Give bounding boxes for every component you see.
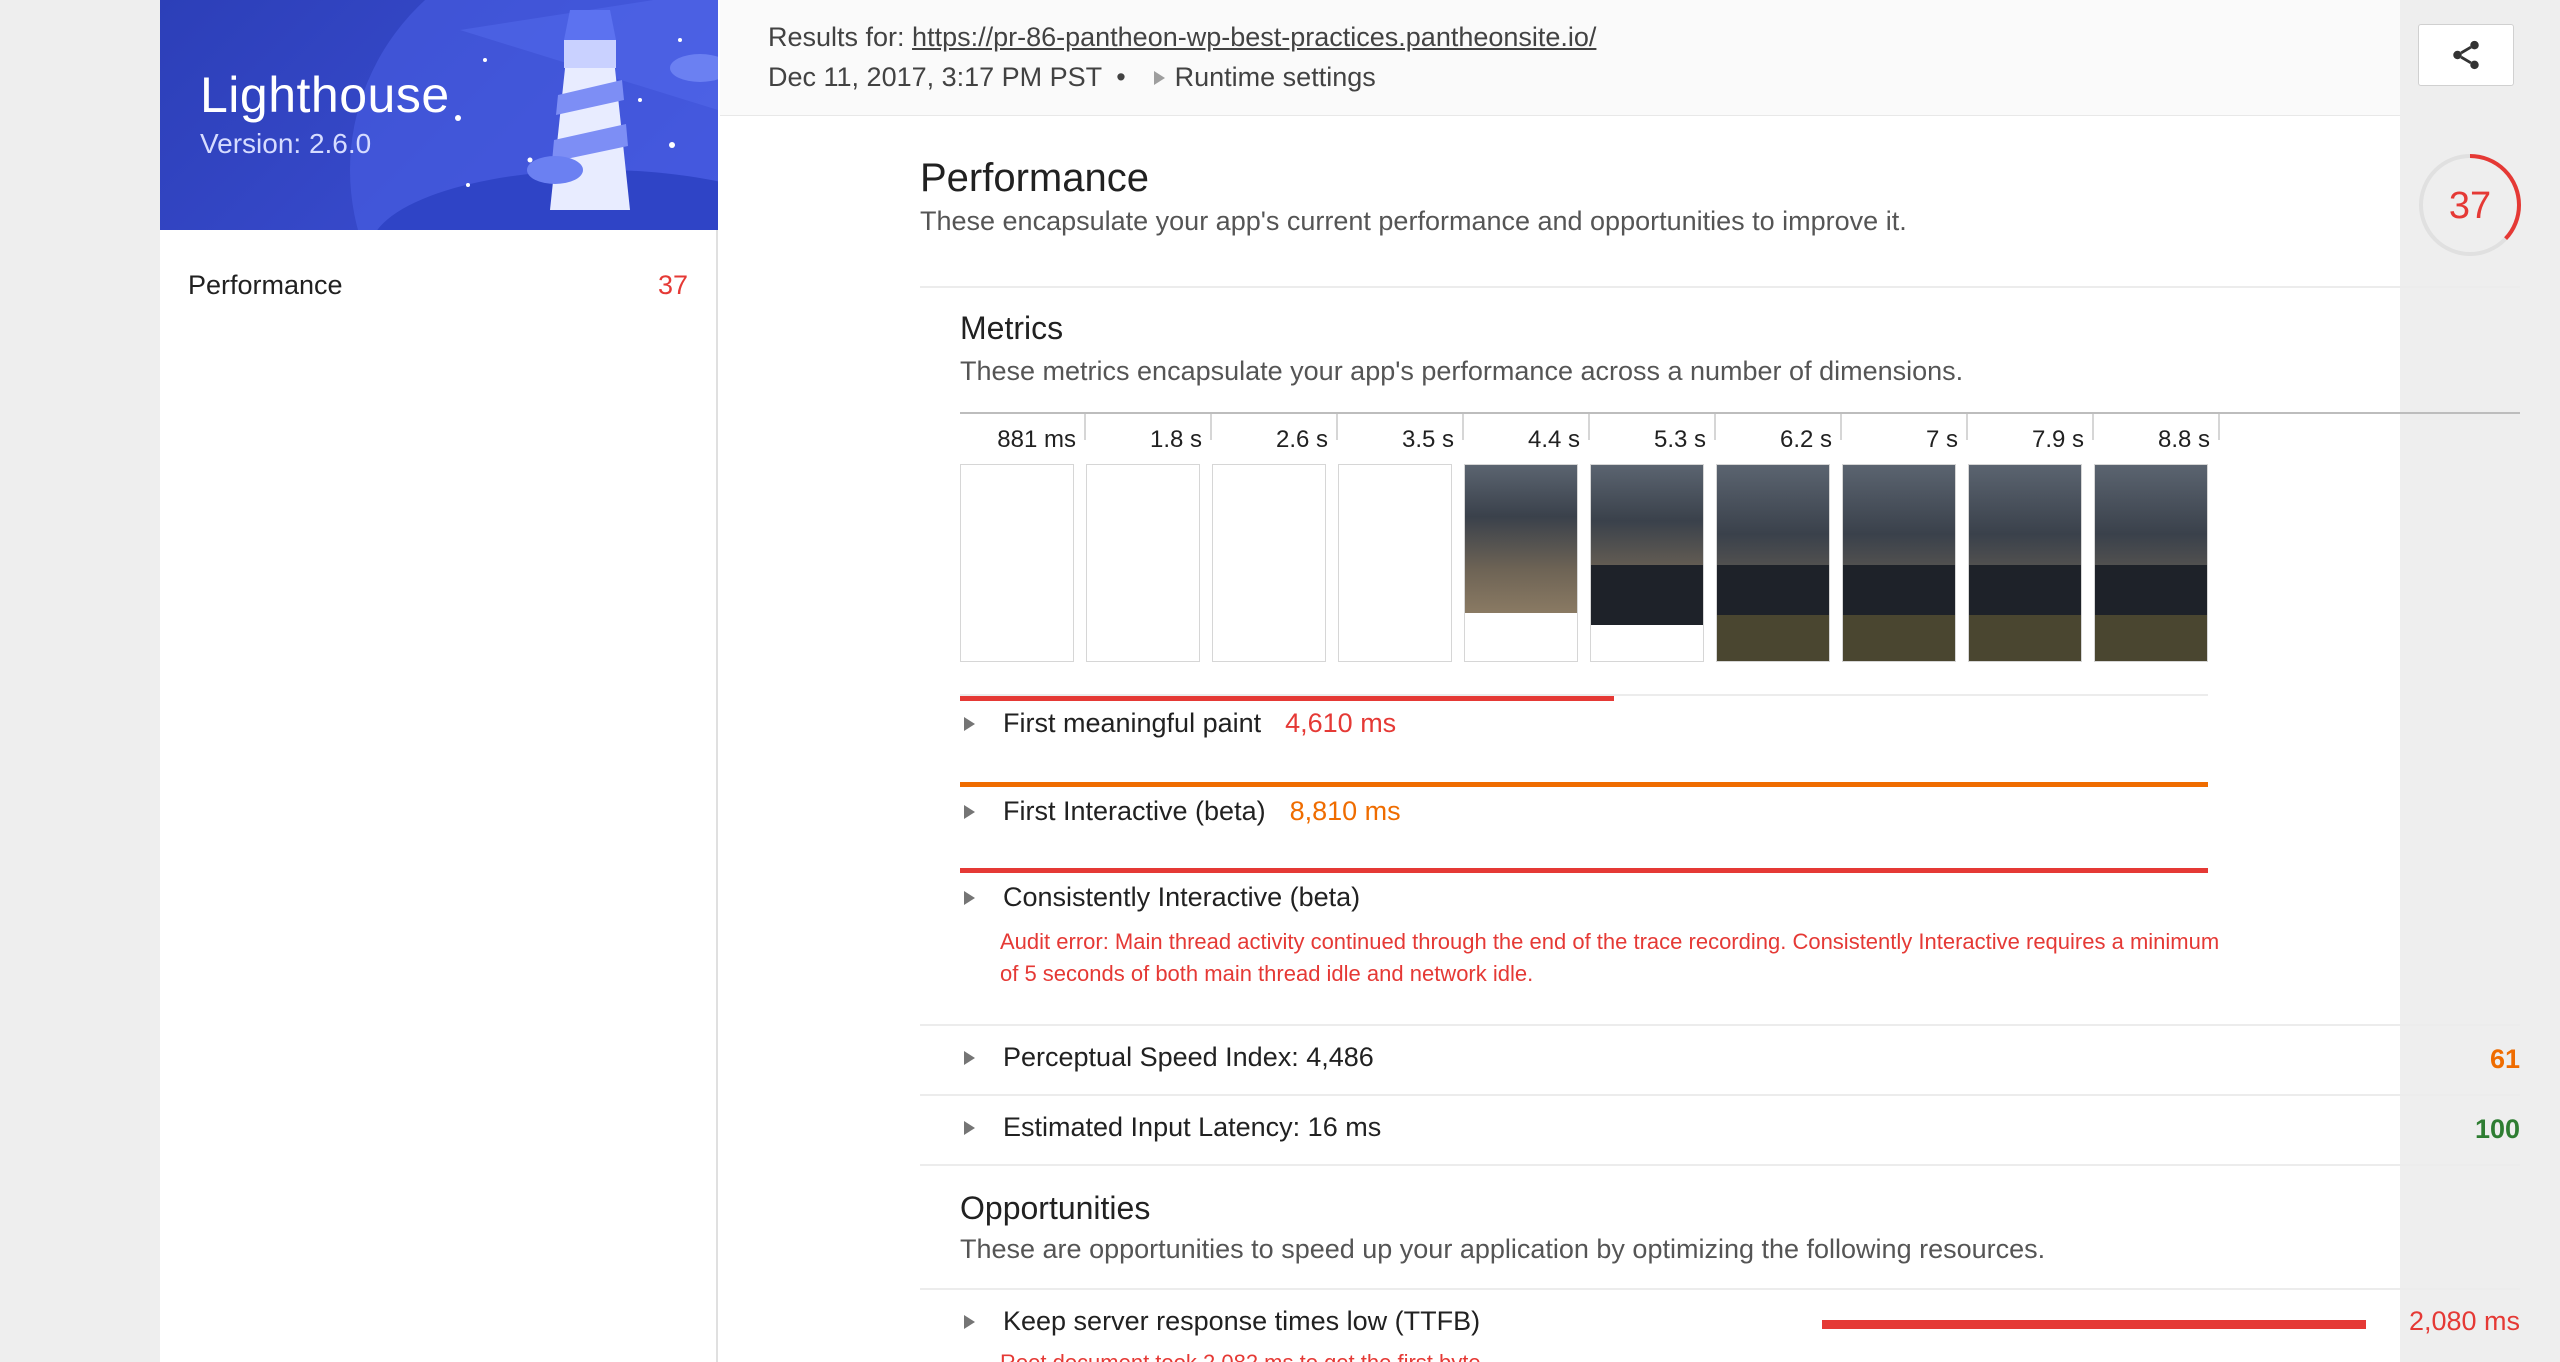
divider	[920, 1094, 2520, 1096]
filmstrip-time-label: 1.8 s	[1149, 426, 1202, 453]
metric-bar	[960, 868, 2208, 873]
results-prefix: Results for:	[768, 22, 913, 52]
divider	[920, 286, 2520, 288]
filmstrip-tick	[1462, 414, 1464, 440]
audit-label: First meaningful paint	[1003, 708, 1262, 738]
audit-value: 8,810 ms	[1289, 796, 1401, 826]
audit-score: 100	[2474, 1114, 2520, 1144]
audit-row[interactable]: First Interactive (beta) 8,810 ms	[960, 796, 1401, 827]
audit-value: 4,610 ms	[1285, 708, 1397, 738]
filmstrip-frame	[1212, 464, 1326, 662]
results-line: Results for: https://pr-86-pantheon-wp-b…	[768, 22, 1596, 53]
audit-perceptual-speed-index: Perceptual Speed Index: 4,486 61	[960, 1042, 2520, 1082]
opportunity-label: Keep server response times low (TTFB)	[1003, 1306, 1481, 1336]
expand-arrow-icon	[1153, 70, 1165, 85]
opportunity-bar	[1822, 1320, 2366, 1329]
filmstrip-time-label: 3.5 s	[1401, 426, 1454, 453]
metric-bar	[960, 782, 2208, 787]
filmstrip-frame	[1464, 464, 1578, 662]
audit-label: Perceptual Speed Index: 4,486	[1003, 1042, 1374, 1072]
expand-arrow-icon	[964, 716, 975, 731]
audit-score: 61	[2489, 1044, 2520, 1074]
filmstrip-tick	[1588, 414, 1590, 440]
filmstrip-frame	[1716, 464, 1830, 662]
filmstrip-frame	[2094, 464, 2208, 662]
divider	[920, 1024, 2520, 1026]
divider	[920, 1288, 2520, 1290]
filmstrip-time-label: 5.3 s	[1653, 426, 1706, 453]
filmstrip-frame	[1338, 464, 1452, 662]
expand-arrow-icon	[964, 804, 975, 819]
report-url-link[interactable]: https://pr-86-pantheon-wp-best-practices…	[912, 22, 1596, 52]
opportunity-subtext: Root document took 2,082 ms to get the f…	[1000, 1350, 1487, 1362]
divider	[920, 1164, 2520, 1166]
filmstrip-time-label: 8.8 s	[2157, 426, 2210, 453]
audit-row[interactable]: First meaningful paint 4,610 ms	[960, 708, 1396, 739]
opportunity-value: 2,080 ms	[2408, 1306, 2520, 1336]
performance-score: 37	[2449, 185, 2491, 227]
performance-score-gauge: 37	[2417, 152, 2523, 258]
lighthouse-report: Lighthouse Version: 2.6.0 Performance 37…	[160, 0, 2521, 1362]
filmstrip-time-label: 881 ms	[997, 426, 1076, 453]
sidebar-item-score: 37	[657, 269, 688, 300]
filmstrip-frame	[960, 464, 1074, 662]
filmstrip-time-label: 6.2 s	[1779, 426, 1832, 453]
app-version: Version: 2.6.0	[200, 128, 372, 159]
filmstrip-frame	[1590, 464, 1704, 662]
share-icon	[2453, 40, 2479, 70]
filmstrip-time-label: 7 s	[1925, 426, 1958, 453]
share-button[interactable]	[2418, 24, 2514, 86]
audit-label: First Interactive (beta)	[1003, 796, 1266, 826]
opportunities-title: Opportunities	[960, 1190, 1151, 1226]
date-line: Dec 11, 2017, 3:17 PM PST • Runtime sett…	[768, 62, 1376, 93]
filmstrip-time-label: 7.9 s	[2031, 426, 2084, 453]
filmstrip-frame	[1842, 464, 1956, 662]
filmstrip-frame	[1086, 464, 1200, 662]
brand-header: Lighthouse Version: 2.6.0	[160, 0, 718, 230]
expand-arrow-icon	[964, 1120, 975, 1135]
expand-arrow-icon	[964, 890, 975, 905]
audit-row[interactable]: Keep server response times low (TTFB)	[960, 1306, 1480, 1337]
audit-estimated-input-latency: Estimated Input Latency: 16 ms 100	[960, 1112, 2520, 1152]
expand-arrow-icon	[964, 1314, 975, 1329]
audit-row[interactable]: Perceptual Speed Index: 4,486	[960, 1042, 1374, 1073]
audit-row[interactable]: Estimated Input Latency: 16 ms	[960, 1112, 1381, 1143]
filmstrip-tick	[1966, 414, 1968, 440]
filmstrip-tick	[1336, 414, 1338, 440]
report-date: Dec 11, 2017, 3:17 PM PST	[768, 62, 1103, 92]
audit-label: Consistently Interactive (beta)	[1003, 882, 1361, 912]
sidebar-item-performance[interactable]: Performance 37	[160, 260, 716, 310]
performance-title: Performance	[920, 156, 1149, 200]
filmstrip-tick	[2092, 414, 2094, 440]
bullet-separator: •	[1116, 62, 1126, 92]
audit-label: Estimated Input Latency: 16 ms	[1003, 1112, 1382, 1142]
filmstrip-time-label: 4.4 s	[1527, 426, 1580, 453]
metrics-description: These metrics encapsulate your app's per…	[960, 356, 1964, 386]
performance-description: These encapsulate your app's current per…	[920, 206, 1907, 236]
filmstrip-tick	[1084, 414, 1086, 440]
runtime-settings-toggle[interactable]: Runtime settings	[1140, 62, 1376, 93]
expand-arrow-icon	[964, 1050, 975, 1065]
app-title: Lighthouse	[200, 67, 450, 123]
divider	[960, 694, 2208, 696]
opportunities-description: These are opportunities to speed up your…	[960, 1234, 2046, 1264]
filmstrip-frame	[1968, 464, 2082, 662]
audit-error-message: Audit error: Main thread activity contin…	[1000, 929, 2220, 986]
filmstrip-tick	[1210, 414, 1212, 440]
sidebar: Lighthouse Version: 2.6.0 Performance 37	[160, 0, 718, 1362]
filmstrip-tick	[1714, 414, 1716, 440]
filmstrip-time-label: 2.6 s	[1275, 426, 1328, 453]
report-header: Results for: https://pr-86-pantheon-wp-b…	[720, 0, 2514, 116]
sidebar-item-label: Performance	[188, 269, 343, 300]
filmstrip-tick	[1840, 414, 1842, 440]
metric-bar	[960, 696, 1614, 701]
filmstrip-tick	[2218, 414, 2220, 440]
runtime-settings-label: Runtime settings	[1174, 62, 1376, 92]
audit-row[interactable]: Consistently Interactive (beta)	[960, 882, 1360, 913]
metrics-title: Metrics	[960, 310, 1064, 346]
opportunity-ttfb: Keep server response times low (TTFB) 2,…	[960, 1306, 2520, 1362]
